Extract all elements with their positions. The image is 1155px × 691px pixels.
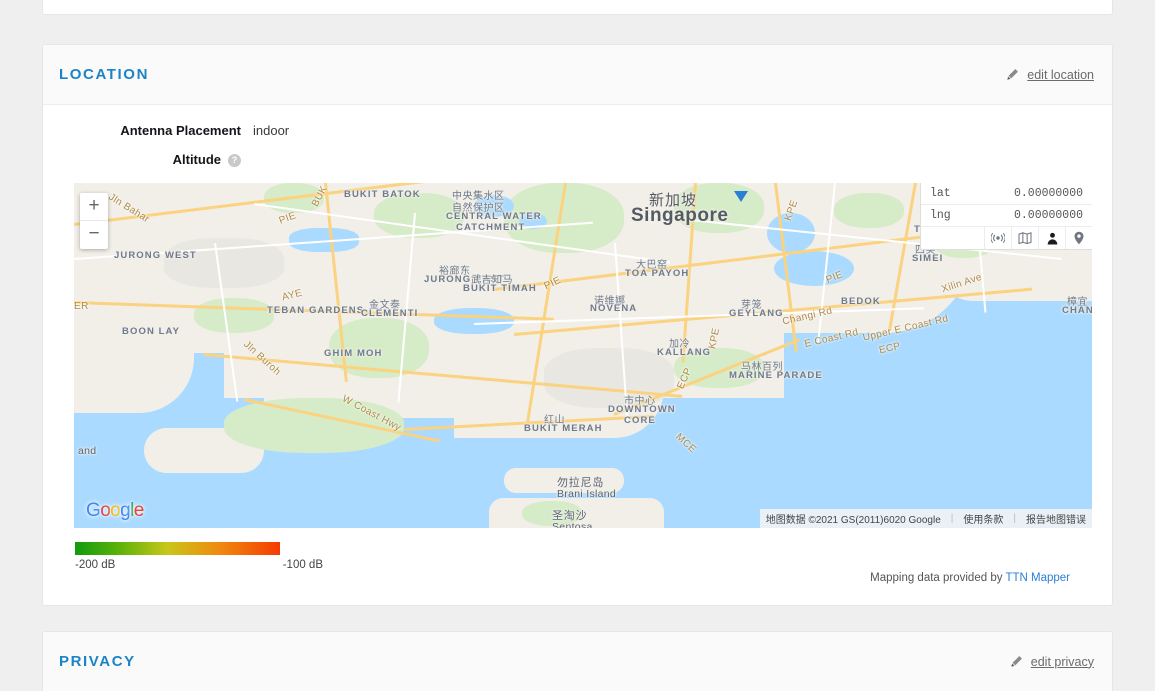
mapping-credit-text: Mapping data provided by bbox=[870, 572, 1006, 585]
legend-labels: -200 dB -100 dB bbox=[75, 559, 323, 571]
signal-icon[interactable] bbox=[984, 227, 1011, 250]
person-icon[interactable] bbox=[1038, 227, 1065, 250]
pencil-icon bbox=[1007, 69, 1019, 80]
map-label: GEYLANG bbox=[729, 308, 784, 320]
antenna-placement-label: Antenna Placement bbox=[120, 123, 241, 138]
divider: | bbox=[1013, 513, 1016, 525]
legend-min-label: -200 dB bbox=[75, 559, 116, 572]
map-label: MARINE PARADE bbox=[729, 370, 823, 382]
altitude-label: Altitude bbox=[172, 152, 221, 167]
zoom-out-button[interactable]: − bbox=[80, 221, 108, 249]
location-card: LOCATION edit location Antenna Placement… bbox=[42, 44, 1113, 606]
map-label: CENTRAL WATER bbox=[446, 211, 542, 223]
page-root: LOCATION edit location Antenna Placement… bbox=[0, 0, 1155, 691]
map-label: CLEMENTI bbox=[361, 308, 419, 320]
location-card-header: LOCATION edit location bbox=[43, 45, 1112, 105]
mapping-credit: Mapping data provided by TTN Mapper bbox=[870, 572, 1070, 584]
legend-area: -200 dB -100 dB Mapping data provided by… bbox=[63, 542, 1092, 598]
map-label: TEBAN GARDENS bbox=[267, 305, 365, 317]
map-label: GHIM MOH bbox=[324, 348, 383, 360]
altitude-label-wrap: Altitude? bbox=[63, 152, 253, 168]
coordinates-panel: lat 0.00000000 lng 0.00000000 bbox=[920, 183, 1092, 251]
antenna-placement-value: indoor bbox=[253, 123, 290, 138]
map-label: Brani Island bbox=[557, 488, 617, 501]
map-attribution: 地图数据 ©2021 GS(2011)6020 Google | 使用条款 | … bbox=[759, 509, 1092, 529]
previous-card-stub bbox=[42, 0, 1113, 15]
pencil-icon bbox=[1011, 656, 1022, 667]
legend-gradient-bar bbox=[75, 542, 280, 556]
edit-privacy-label: edit privacy bbox=[1030, 654, 1094, 669]
map-label: DOWNTOWN bbox=[608, 404, 676, 416]
signal-legend: -200 dB -100 dB bbox=[75, 542, 1092, 571]
map-label: CHANG bbox=[1062, 305, 1092, 317]
legend-max-label: -100 dB bbox=[282, 559, 323, 572]
field-antenna-placement: Antenna Placement indoor bbox=[63, 123, 1092, 138]
zoom-in-button[interactable]: + bbox=[80, 193, 108, 222]
page-title: LOCATION bbox=[59, 66, 150, 83]
location-map[interactable]: 新加坡 Singapore BUKIT BATOK 中央集水区 自然保护区 CENTRAL… bbox=[74, 183, 1092, 529]
map-label: SIMEI bbox=[912, 253, 944, 265]
map-icon[interactable] bbox=[1011, 227, 1038, 250]
map-label: BUKIT MERAH bbox=[524, 423, 603, 435]
edit-privacy-button[interactable]: edit privacy bbox=[1010, 655, 1094, 669]
privacy-title: PRIVACY bbox=[59, 653, 136, 670]
google-logo: Google bbox=[86, 500, 144, 522]
map-label: Singapore bbox=[631, 205, 729, 227]
pin-icon[interactable] bbox=[1065, 227, 1092, 250]
help-icon[interactable]: ? bbox=[228, 154, 241, 168]
map-label: BUKIT TIMAH bbox=[463, 283, 537, 295]
map-label: TOA PAYOH bbox=[625, 268, 690, 280]
map-label: BUKIT BATOK bbox=[344, 189, 421, 201]
map-road-label: ER bbox=[74, 301, 89, 313]
location-body: Antenna Placement indoor Altitude? 新加坡 S… bbox=[43, 105, 1112, 598]
map-label: BOON LAY bbox=[122, 326, 181, 338]
divider: | bbox=[950, 513, 954, 525]
lat-value: 0.00000000 bbox=[1013, 187, 1083, 201]
edit-location-button[interactable]: edit location bbox=[1006, 68, 1094, 82]
map-label: and bbox=[78, 445, 97, 458]
privacy-card: PRIVACY edit privacy bbox=[42, 631, 1113, 691]
map-data-credit: 地图数据 ©2021 GS(2011)6020 Google bbox=[765, 515, 941, 527]
map-label: NOVENA bbox=[590, 303, 638, 315]
map-label: CORE bbox=[624, 415, 656, 427]
map-label: BEDOK bbox=[841, 296, 881, 308]
lng-row: lng 0.00000000 bbox=[921, 205, 1092, 228]
map-marker bbox=[734, 191, 748, 203]
map-zoom-control[interactable]: + − bbox=[80, 193, 108, 250]
ttn-mapper-link[interactable]: TTN Mapper bbox=[1005, 572, 1070, 584]
lng-label: lng bbox=[930, 209, 951, 223]
terms-link[interactable]: 使用条款 bbox=[963, 511, 1003, 526]
map-label: JURONG WEST bbox=[114, 250, 197, 262]
field-altitude: Altitude? bbox=[63, 152, 1092, 168]
edit-location-label: edit location bbox=[1027, 67, 1094, 82]
map-label: CATCHMENT bbox=[456, 222, 526, 234]
map-label: KALLANG bbox=[657, 347, 712, 359]
report-map-error-link[interactable]: 报告地图错误 bbox=[1026, 511, 1086, 526]
map-label: Sentosa bbox=[552, 521, 593, 529]
lng-value: 0.00000000 bbox=[1013, 209, 1083, 223]
map-tools bbox=[921, 227, 1092, 250]
lat-row: lat 0.00000000 bbox=[921, 183, 1092, 206]
lat-label: lat bbox=[930, 187, 951, 201]
privacy-card-header: PRIVACY edit privacy bbox=[43, 632, 1112, 691]
